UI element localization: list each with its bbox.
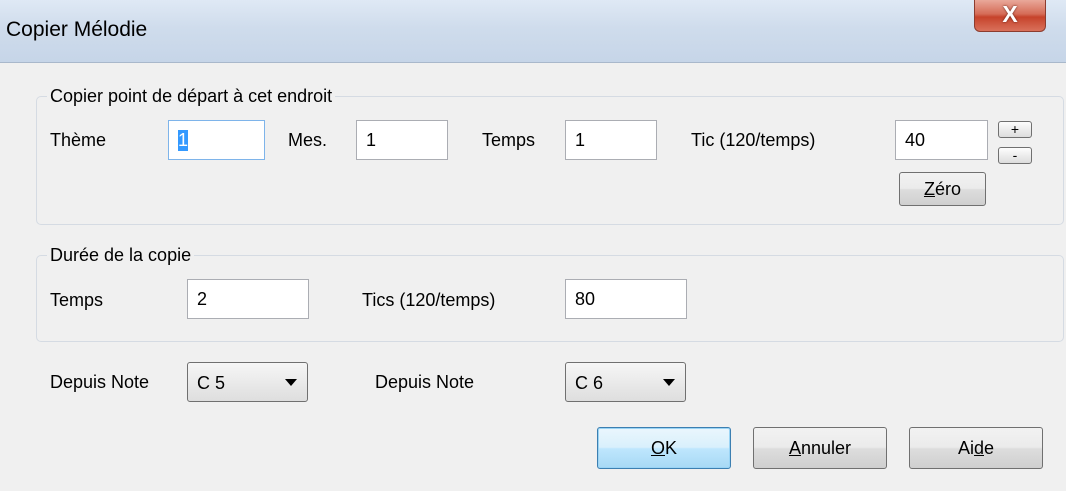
temps-input[interactable]	[565, 120, 657, 160]
theme-label: Thème	[50, 130, 107, 150]
help-button-label: Aide	[957, 437, 995, 458]
duration-tics-input[interactable]	[565, 279, 687, 319]
close-button[interactable]: X	[974, 0, 1046, 32]
from-note-label-1: Depuis Note	[50, 372, 150, 392]
from-note-value-1: C 5	[197, 373, 226, 393]
help-button[interactable]: Aide	[909, 427, 1043, 469]
tic-label: Tic (120/temps)	[691, 130, 816, 150]
chevron-down-icon	[663, 379, 675, 386]
duration-tics-label: Tics (120/temps)	[362, 290, 496, 310]
from-note-select-2[interactable]: C 6	[565, 362, 686, 402]
tic-decrement-button[interactable]: -	[998, 147, 1032, 164]
cancel-button-label: Annuler	[788, 437, 852, 458]
from-note-label-2: Depuis Note	[375, 372, 475, 392]
from-note-select-1[interactable]: C 5	[187, 362, 308, 402]
from-note-value-2: C 6	[575, 373, 604, 393]
close-icon: X	[1002, 1, 1018, 27]
copier-melodie-dialog: Copier Mélodie X Copier point de départ …	[0, 0, 1066, 491]
title-bar[interactable]: Copier Mélodie X	[0, 0, 1066, 63]
mes-input[interactable]	[356, 120, 448, 160]
mes-label: Mes.	[288, 130, 328, 150]
zero-button-label: Zéro	[923, 178, 961, 199]
theme-input[interactable]	[168, 120, 265, 160]
ok-button-label: OK	[650, 437, 678, 458]
tic-increment-button[interactable]: +	[998, 121, 1032, 138]
duration-group-label: Durée de la copie	[47, 244, 195, 266]
start-point-group-label: Copier point de départ à cet endroit	[47, 85, 336, 107]
cancel-button[interactable]: Annuler	[753, 427, 887, 469]
chevron-down-icon	[285, 379, 297, 386]
zero-button[interactable]: Zéro	[899, 172, 986, 206]
tic-input[interactable]	[895, 120, 988, 160]
temps-label: Temps	[482, 130, 536, 150]
window-title: Copier Mélodie	[6, 18, 148, 41]
duration-temps-input[interactable]	[187, 279, 309, 319]
duration-temps-label: Temps	[50, 290, 104, 310]
ok-button[interactable]: OK	[597, 427, 731, 469]
